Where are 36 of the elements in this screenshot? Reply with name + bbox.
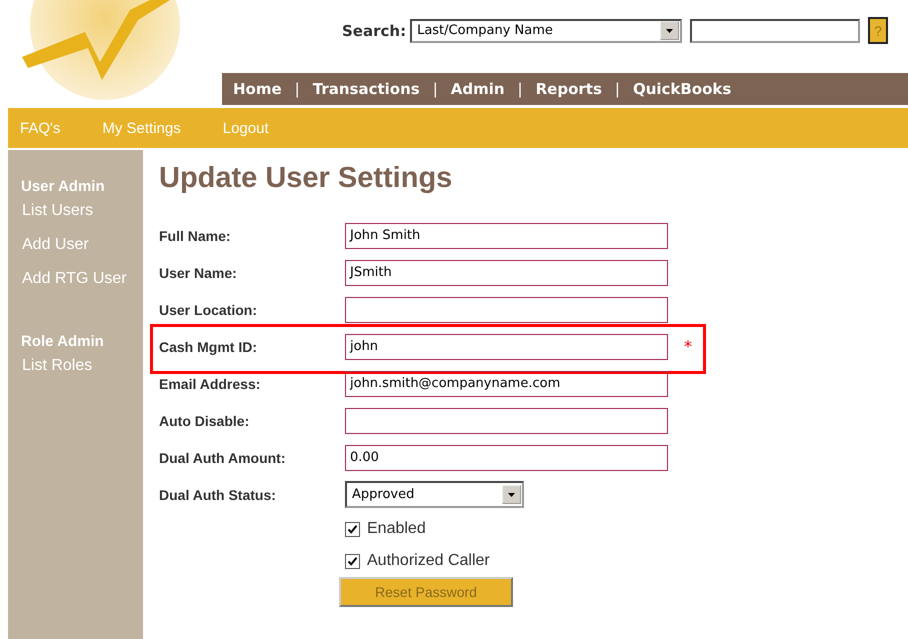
field-label: Dual Auth Amount:: [159, 450, 286, 466]
text-field[interactable]: John Smith: [345, 222, 668, 248]
text-field[interactable]: john: [345, 334, 668, 360]
status-dropdown[interactable]: Approved: [345, 481, 524, 508]
field-label: Dual Auth Status:: [159, 486, 277, 502]
nav-link[interactable]: Home: [233, 80, 282, 98]
search-field[interactable]: [690, 18, 860, 42]
text-field[interactable]: [345, 408, 668, 434]
text-field[interactable]: [345, 296, 668, 322]
nav-separator: |: [518, 80, 523, 98]
sidebar-heading: User Admin: [21, 178, 106, 195]
field-label: User Location:: [159, 302, 258, 318]
text-field[interactable]: 0.00: [345, 444, 668, 470]
checkbox[interactable]: [345, 522, 360, 536]
search-label: Search:: [342, 22, 406, 40]
nav-link[interactable]: QuickBooks: [632, 80, 732, 98]
nav-link[interactable]: Admin: [450, 80, 505, 98]
text-field[interactable]: JSmith: [345, 260, 668, 286]
field-label: Auto Disable:: [159, 412, 250, 428]
field-label: Email Address:: [159, 376, 262, 392]
checkbox[interactable]: [345, 554, 360, 568]
field-label: Cash Mgmt ID:: [159, 338, 258, 354]
field-label: User Name:: [159, 264, 238, 280]
text-field[interactable]: john.smith@companyname.com: [345, 370, 668, 396]
sidebar-heading: Role Admin: [21, 333, 105, 350]
field-label: Full Name:: [159, 228, 232, 244]
nav-separator: |: [614, 80, 620, 98]
checkbox-label: Enabled: [367, 520, 426, 538]
checkbox-label: Authorized Caller: [367, 552, 490, 570]
required-mark: *: [684, 337, 692, 356]
search-type-dropdown[interactable]: Last/Company Name: [410, 18, 682, 42]
nav-link[interactable]: Transactions: [312, 80, 420, 98]
nav-link[interactable]: Reports: [536, 80, 602, 98]
page-title: Update User Settings: [159, 162, 454, 195]
nav-separator: |: [294, 80, 300, 98]
nav-separator: |: [432, 80, 438, 98]
